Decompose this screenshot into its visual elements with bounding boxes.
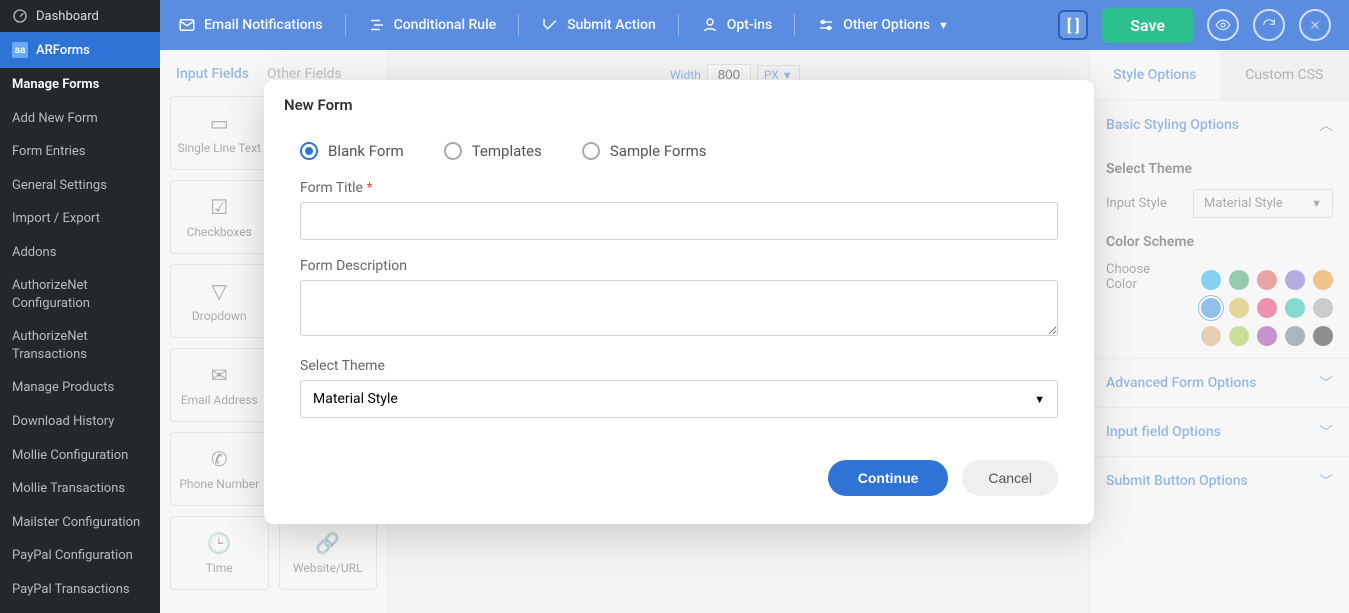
sidebar-item[interactable]: AuthorizeNet Configuration — [0, 269, 160, 320]
modal-title: New Form — [264, 80, 1094, 126]
dashboard-link[interactable]: Dashboard — [0, 0, 160, 32]
sidebar-item[interactable]: Form Entries — [0, 135, 160, 169]
sidebar-item[interactable]: Manage Products — [0, 371, 160, 405]
select-theme-value: Material Style — [313, 391, 398, 407]
topbar-label: Email Notifications — [204, 17, 323, 33]
settings-icon — [817, 16, 835, 34]
select-theme-dropdown[interactable]: Material Style ▼ — [300, 380, 1058, 418]
conditional-rule-tab[interactable]: Conditional Rule — [368, 16, 497, 34]
new-form-modal: New Form Blank Form Templates Sample For… — [264, 80, 1094, 524]
admin-sidebar: Dashboard aa ARForms Manage FormsAdd New… — [0, 0, 160, 613]
sidebar-item[interactable]: Download History — [0, 405, 160, 439]
close-button[interactable] — [1299, 9, 1331, 41]
form-description-label: Form Description — [300, 258, 1058, 274]
refresh-button[interactable] — [1253, 9, 1285, 41]
sidebar-item[interactable]: Mollie Transactions — [0, 472, 160, 506]
chevron-down-icon: ▼ — [938, 19, 949, 32]
preview-button[interactable] — [1207, 9, 1239, 41]
form-title-label: Form Title * — [300, 180, 1058, 196]
submit-action-tab[interactable]: Submit Action — [541, 16, 656, 34]
topbar-label: Other Options — [843, 17, 930, 33]
form-title-input[interactable] — [300, 202, 1058, 240]
separator — [345, 14, 346, 36]
sidebar-item[interactable]: Import / Export — [0, 202, 160, 236]
dashboard-label: Dashboard — [36, 9, 99, 24]
sample-forms-radio[interactable]: Sample Forms — [582, 142, 707, 160]
submit-icon — [541, 16, 559, 34]
email-notifications-tab[interactable]: Email Notifications — [178, 16, 323, 34]
sidebar-item[interactable]: AuthorizeNet Transactions — [0, 320, 160, 371]
mail-icon — [178, 16, 196, 34]
topbar-label: Conditional Rule — [394, 17, 497, 33]
topbar: Email Notifications Conditional Rule Sub… — [160, 0, 1349, 50]
separator — [794, 14, 795, 36]
sidebar-item[interactable]: PayPal Transactions — [0, 573, 160, 607]
dashboard-icon — [12, 8, 28, 24]
conditional-icon — [368, 16, 386, 34]
arforms-logo-icon: aa — [12, 42, 28, 58]
sidebar-item[interactable]: Manage Forms — [0, 68, 160, 102]
radio-label: Blank Form — [328, 142, 404, 160]
arforms-label: ARForms — [36, 43, 90, 58]
sidebar-item[interactable]: General Settings — [0, 169, 160, 203]
radio-checked-icon — [300, 142, 318, 160]
radio-label: Templates — [472, 142, 542, 160]
topbar-label: Submit Action — [567, 17, 656, 33]
optin-icon — [701, 16, 719, 34]
other-options-tab[interactable]: Other Options ▼ — [817, 16, 949, 34]
separator — [678, 14, 679, 36]
continue-button[interactable]: Continue — [828, 460, 949, 496]
arforms-menu[interactable]: aa ARForms — [0, 32, 160, 68]
topbar-label: Opt-ins — [727, 17, 773, 33]
radio-icon — [582, 142, 600, 160]
form-description-textarea[interactable] — [300, 280, 1058, 336]
sidebar-item[interactable]: PayPal Configuration — [0, 539, 160, 573]
sidebar-item[interactable]: Mailster Configuration — [0, 506, 160, 540]
chevron-down-icon: ▼ — [1034, 393, 1045, 406]
sidebar-item[interactable]: Addons — [0, 236, 160, 270]
templates-radio[interactable]: Templates — [444, 142, 542, 160]
sidebar-item[interactable]: Mollie Configuration — [0, 439, 160, 473]
sidebar-item[interactable]: Paypal Pro Configuration — [0, 606, 160, 613]
code-toggle-button[interactable]: [ ] — [1058, 10, 1088, 40]
select-theme-label: Select Theme — [300, 358, 1058, 374]
blank-form-radio[interactable]: Blank Form — [300, 142, 404, 160]
cancel-button[interactable]: Cancel — [962, 460, 1058, 496]
radio-label: Sample Forms — [610, 142, 707, 160]
sidebar-item[interactable]: Add New Form — [0, 102, 160, 136]
save-button[interactable]: Save — [1102, 8, 1193, 43]
opt-ins-tab[interactable]: Opt-ins — [701, 16, 773, 34]
separator — [518, 14, 519, 36]
radio-icon — [444, 142, 462, 160]
